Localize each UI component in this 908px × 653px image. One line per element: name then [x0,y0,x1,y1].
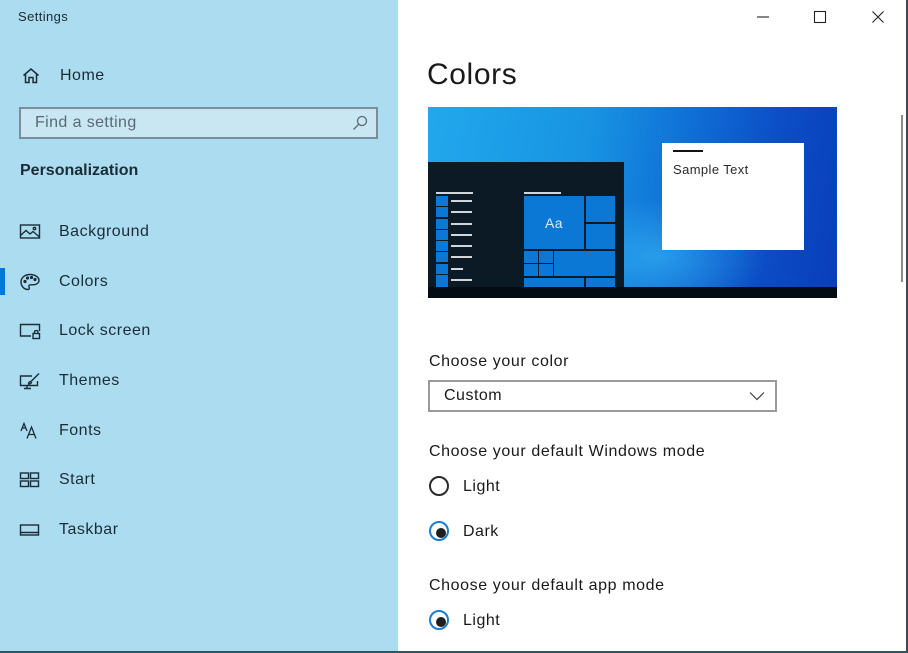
preview-tiles-header-line [524,192,561,194]
palette-icon [20,273,40,291]
preview-app-icon [436,264,448,274]
preview-tile [586,224,615,249]
sidebar-item-label: Colors [59,273,109,290]
preview-sample-window: Sample Text [662,143,804,250]
search-box[interactable] [19,107,378,139]
choose-color-dropdown[interactable]: Custom [428,380,777,412]
themes-brush-icon [19,373,40,390]
taskbar-icon [19,524,40,536]
home-nav-button[interactable]: Home [20,64,220,88]
sidebar-item-label: Start [59,471,96,488]
preview-tile-large: Aa [524,196,584,249]
radio-circle[interactable] [429,521,449,541]
vertical-scrollbar[interactable] [901,115,903,282]
preview-app-icon [436,241,448,251]
preview-tile-text: Aa [544,214,564,231]
start-tiles-icon [19,472,40,488]
sidebar-item-themes[interactable]: Themes [0,361,398,401]
close-button[interactable] [850,0,906,32]
preview-app-icon [436,219,448,229]
settings-window: Settings Home Personalization B [0,0,908,653]
preview-app-line [451,200,472,202]
sidebar-item-lock-screen[interactable]: Lock screen [0,311,398,351]
app-title: Settings [18,9,69,24]
close-icon [872,11,884,23]
active-indicator [0,268,5,295]
app-mode-light-radio[interactable]: Light [429,609,679,633]
sidebar-item-label: Background [59,223,150,240]
choose-color-label: Choose your color [429,353,570,370]
preview-tile-wide [554,251,615,276]
app-mode-label: Choose your default app mode [429,577,665,594]
sidebar-item-taskbar[interactable]: Taskbar [0,510,398,550]
page-title: Colors [427,58,518,91]
radio-circle[interactable] [429,476,449,496]
sidebar-item-start[interactable]: Start [0,460,398,500]
sidebar-item-label: Taskbar [59,521,119,538]
preview-window-titlebar [673,150,703,152]
preview-tile [586,278,615,287]
sidebar-item-label: Themes [59,372,120,389]
lock-screen-icon [19,323,41,340]
preview-tile-small [539,264,553,276]
chevron-down-icon [749,392,765,401]
windows-mode-label: Choose your default Windows mode [429,443,706,460]
fonts-icon [20,422,37,439]
home-label: Home [60,67,105,84]
preview-app-line [451,268,463,270]
windows-mode-dark-radio[interactable]: Dark [429,520,679,544]
radio-label: Light [463,612,501,629]
sidebar-item-label: Lock screen [59,322,151,339]
section-title: Personalization [20,162,139,179]
preview-app-line [451,234,472,236]
sidebar-item-label: Fonts [59,422,102,439]
image-icon [19,224,41,239]
sidebar-item-fonts[interactable]: Fonts [0,411,398,451]
preview-app-line [451,256,472,258]
preview-app-line [451,223,472,225]
preview-tile-small [524,264,538,276]
preview-taskbar [428,287,837,298]
radio-dot [436,528,446,538]
preview-app-icon [436,252,448,262]
preview-app-line [451,279,472,281]
minimize-icon [757,16,769,18]
dropdown-selected-value: Custom [444,387,503,404]
radio-dot [436,617,446,627]
sidebar-item-colors[interactable]: Colors [0,262,398,302]
minimize-button[interactable] [735,0,791,32]
preview-tile [524,278,584,287]
preview-app-icon [436,275,448,287]
preview-start-header-line [436,192,473,194]
home-icon [23,68,39,84]
sidebar: Settings Home Personalization B [0,0,398,653]
theme-preview: Aa Sample Text [428,107,837,298]
radio-label: Light [463,478,501,495]
search-input[interactable] [21,109,355,137]
radio-label: Dark [463,523,499,540]
preview-app-icon [436,207,448,217]
maximize-icon [813,10,827,24]
preview-tile-small [524,251,538,263]
preview-sample-text: Sample Text [673,162,749,177]
search-icon[interactable] [352,115,368,131]
sidebar-item-background[interactable]: Background [0,212,398,252]
preview-tile-small [539,251,553,263]
windows-mode-light-radio[interactable]: Light [429,475,679,499]
maximize-button[interactable] [792,0,848,32]
preview-app-line [451,211,472,213]
preview-app-icon [436,230,448,240]
preview-tile [586,196,615,222]
preview-app-icon [436,196,448,206]
radio-circle[interactable] [429,610,449,630]
preview-app-line [451,245,472,247]
